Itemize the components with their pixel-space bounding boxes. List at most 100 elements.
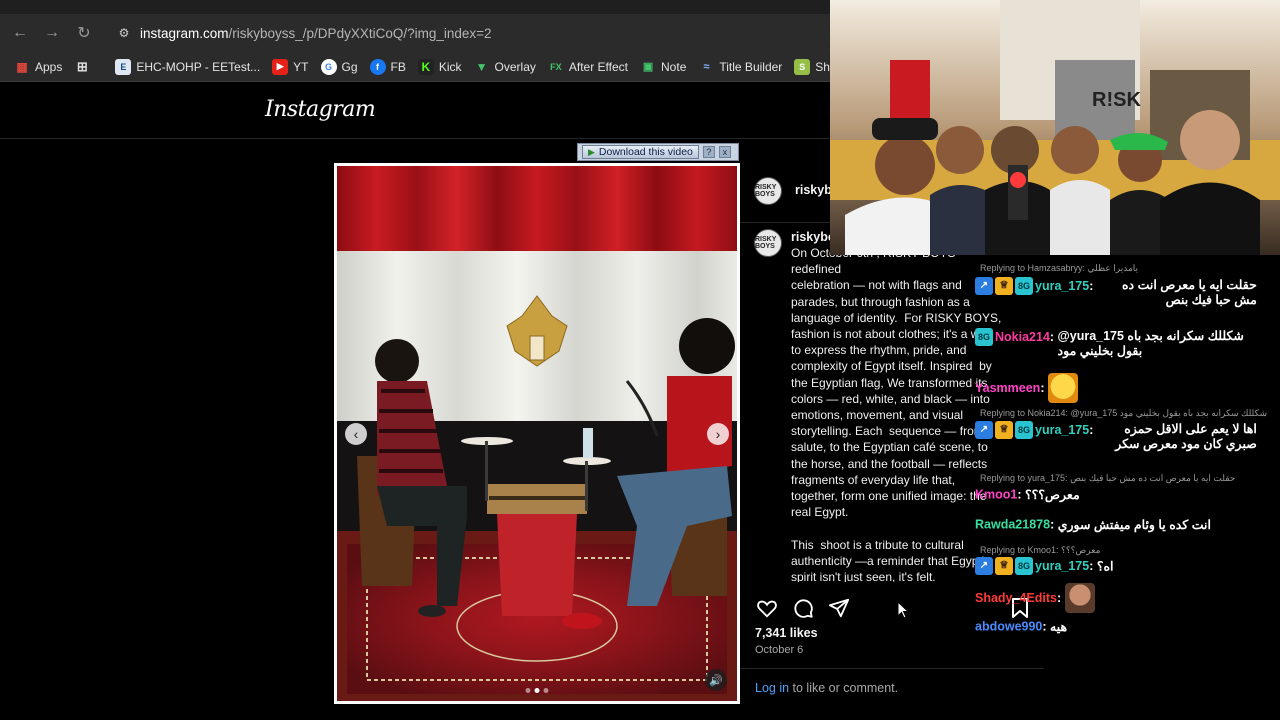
address-bar[interactable]: ⚙ instagram.com/riskyboyss_/p/DPdyXXtiCo… — [106, 18, 806, 48]
chat-text: : — [1089, 423, 1097, 437]
bookmarks-bar: ▦ Apps ⊞ E EHC-MOHP - EETest... ▶ YT G Gg fF… — [0, 52, 855, 82]
webcam-feed: R!SK — [830, 0, 1280, 255]
bookmark-gg[interactable]: G Gg — [315, 55, 364, 79]
bookmark-ehc[interactable]: E EHC-MOHP - EETest... — [109, 55, 266, 79]
bookmark-label: Kick — [438, 59, 462, 74]
login-prompt: Log in to like or comment. — [740, 668, 1044, 708]
caption-username[interactable]: riskybo — [791, 230, 835, 244]
url-text[interactable]: instagram.com/riskyboyss_/p/DPdyXXtiCoQ/… — [140, 26, 492, 41]
chat-username[interactable]: Rawda21878 — [975, 518, 1050, 532]
og-badge-icon: 8G — [975, 328, 993, 346]
shopify-icon: S — [794, 58, 811, 75]
title-builder-icon: ≈ — [703, 60, 710, 73]
browser-toolbar: ← → ↻ ⚙ instagram.com/riskyboyss_/p/DPdy… — [0, 14, 830, 52]
chat-text: اه؟ — [1096, 559, 1114, 574]
carousel-dot — [525, 688, 531, 693]
forward-icon[interactable]: → — [36, 17, 68, 49]
bookmark-apps[interactable]: ▦ Apps — [8, 55, 68, 79]
bookmark-note[interactable]: ▣ Note — [634, 55, 692, 79]
apps-grid-icon: ▦ — [16, 59, 28, 74]
mouse-cursor-icon — [897, 601, 909, 619]
bookmark-label: EHC-MOHP - EETest... — [136, 59, 261, 74]
chat-text: : — [1049, 330, 1058, 344]
chat-message: Yasmmeen: — [975, 373, 1280, 403]
share-icon[interactable] — [827, 596, 851, 620]
chat-message: ↗ ♕ 8G yura_175: اها لا يعم على الاقل حمزه … — [975, 421, 1280, 451]
happy-emote-icon — [1047, 373, 1078, 403]
reply-context: Replying to Nokia214: @yura_175 شكللك سك… — [980, 408, 1268, 418]
chat-text: : — [1042, 619, 1051, 634]
overlay-icon: ▼ — [475, 59, 488, 74]
download-help-button[interactable]: ? — [702, 146, 715, 158]
post-date: October 6 — [755, 644, 804, 656]
svg-text:R!SK: R!SK — [1092, 89, 1141, 111]
reply-context: Replying to Hamzasabryy: يامديرا عظلي — [980, 263, 1139, 273]
bookmark-fb[interactable]: f FB — [364, 55, 412, 79]
bookmark-label: YT — [293, 59, 309, 74]
post-caption: On October 6th , RISKY BOYS redefined ce… — [791, 246, 1002, 582]
avatar[interactable]: RISKY BOYS — [754, 177, 782, 205]
kick-icon: K — [417, 58, 434, 75]
note-icon: ▣ — [642, 61, 654, 73]
reload-icon[interactable]: ↻ — [68, 17, 100, 49]
bookmark-overlay[interactable]: ▼ Overlay — [468, 55, 542, 79]
bookmark-label: Note — [661, 59, 687, 74]
play-arrow-icon: ▶ — [588, 146, 595, 157]
instagram-logo[interactable]: Instagram — [265, 97, 376, 122]
bookmark-label: Gg — [341, 59, 358, 74]
ehc-icon: E — [115, 58, 132, 75]
carousel-next-button[interactable]: › — [707, 423, 729, 445]
chat-text: : — [1056, 591, 1065, 605]
chat-username[interactable]: Nokia214 — [995, 330, 1050, 344]
chat-username[interactable]: abdowe990 — [975, 620, 1042, 634]
carousel-dot-active — [534, 688, 540, 693]
carousel-prev-button[interactable]: ‹ — [345, 423, 367, 445]
reply-context: Replying to yura_175: حقلت ايه يا معرص ا… — [980, 473, 1236, 483]
youtube-icon: ▶ — [272, 58, 289, 75]
download-close-button[interactable]: x — [718, 146, 731, 158]
download-video-button[interactable]: ▶ Download this video — [582, 145, 699, 159]
chat-message: Shady_4Edits: — [975, 583, 1280, 613]
bookmark-label: After Effect — [568, 59, 629, 74]
reply-context: Replying to Kmoo1: معرص؟؟؟ — [980, 545, 1101, 555]
mute-icon[interactable]: 🔊 — [705, 669, 727, 691]
comment-icon[interactable] — [791, 596, 815, 620]
streamers-webcam-image: R!SK — [830, 0, 1280, 255]
post-username[interactable]: riskyb — [795, 183, 832, 197]
chat-text: @yura_175 شكللك سكرانه بجد باه بقول بخلي… — [1057, 329, 1244, 358]
bookmark-kick[interactable]: K Kick — [412, 55, 468, 79]
chat-username[interactable]: yura_175 — [1035, 279, 1089, 293]
likes-count[interactable]: 7,341 likes — [755, 626, 818, 640]
og-badge-icon: 8G — [1015, 557, 1033, 575]
chat-text: انت كده يا وئام ميفتش سوري — [1057, 518, 1211, 533]
badge-icon: ↗ — [975, 277, 993, 295]
chat-username[interactable]: yura_175 — [1035, 423, 1089, 437]
site-settings-icon[interactable]: ⚙ — [114, 23, 134, 43]
bookmark-title-builder[interactable]: ≈ Title Builder — [692, 55, 788, 79]
chat-message: 8G Nokia214: @yura_175 شكللك سكرانه بجد ب… — [975, 328, 1280, 358]
post-media[interactable]: ‹ › 🔊 — [334, 163, 740, 704]
chat-username[interactable]: Yasmmeen — [975, 381, 1040, 395]
egypt-cafe-photo — [337, 166, 737, 701]
heart-icon[interactable] — [755, 596, 779, 620]
login-prompt-text: to like or comment. — [789, 681, 899, 695]
bookmark-label: Overlay — [494, 59, 536, 74]
chat-text: : — [1050, 517, 1058, 532]
bookmark-after-effect[interactable]: FX After Effect — [542, 55, 634, 79]
chat-message: abdowe990: هيه — [975, 619, 1280, 635]
chat-message: Rawda21878: انت كده يا وئام ميفتش سوري — [975, 517, 1280, 533]
login-link[interactable]: Log in — [755, 681, 789, 695]
face-emote-icon — [1064, 583, 1095, 613]
tab-strip — [0, 0, 830, 14]
chat-username[interactable]: Shady_4Edits — [975, 591, 1057, 605]
bookmark-yt[interactable]: ▶ YT — [266, 55, 314, 79]
fx-icon: FX — [550, 61, 562, 72]
bookmark-label: FB — [390, 59, 406, 74]
url-host: instagram.com — [140, 25, 229, 41]
back-icon[interactable]: ← — [4, 17, 36, 49]
chat-username[interactable]: Kmoo1 — [975, 488, 1017, 502]
bookmark-label: Title Builder — [719, 59, 783, 74]
bookmark-tab-groups[interactable]: ⊞ — [68, 55, 101, 79]
crown-badge-icon: ♕ — [995, 557, 1013, 575]
chat-username[interactable]: yura_175 — [1035, 559, 1089, 573]
